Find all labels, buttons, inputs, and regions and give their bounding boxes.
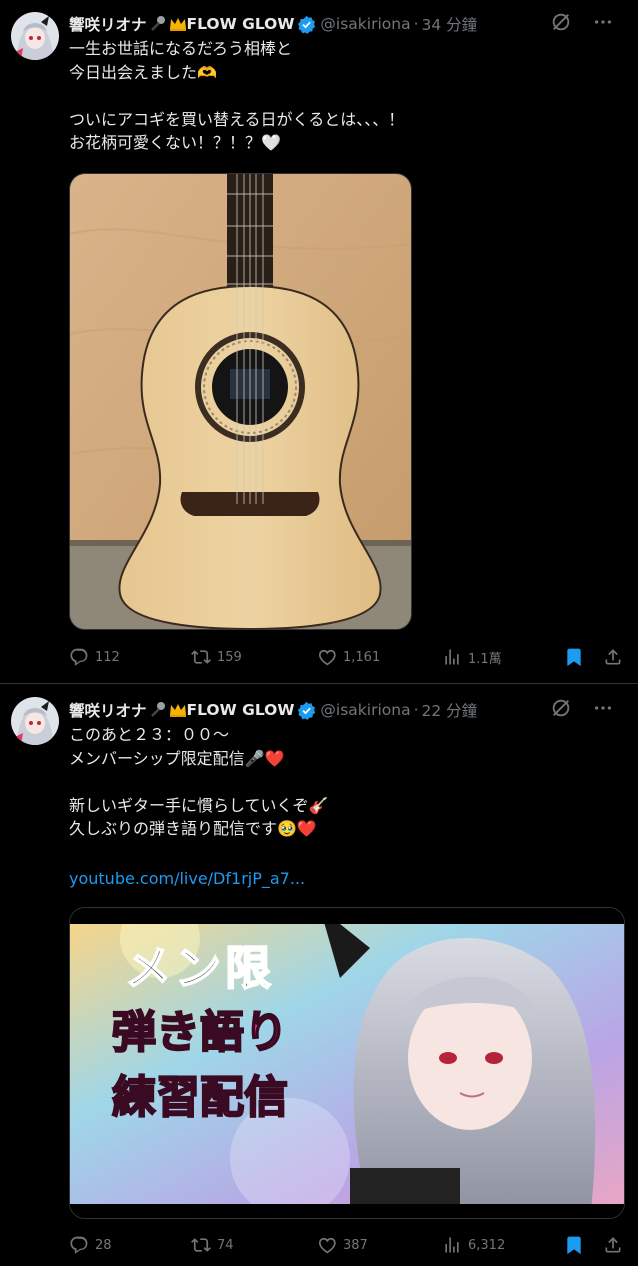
microphone-icon — [149, 15, 167, 33]
views-button[interactable]: 1.1萬 — [442, 647, 502, 667]
thumbnail-line-2: 弾き語り — [111, 1006, 289, 1059]
thumbnail-title: メン限 弾き語り 練習配信 — [80, 938, 320, 1128]
thumbnail-line-1: メン限 — [124, 940, 275, 996]
tweet-actions: 28 74 387 6,312 — [69, 1233, 628, 1257]
display-name-suffix[interactable]: FLOW GLOW — [187, 701, 295, 719]
display-name[interactable]: 響咲リオナ — [69, 699, 147, 721]
like-button[interactable]: 1,161 — [317, 647, 380, 667]
like-button[interactable]: 387 — [317, 1235, 368, 1255]
stream-thumbnail[interactable]: メン限 弾き語り 練習配信 — [69, 907, 625, 1219]
bookmark-button[interactable] — [564, 1235, 590, 1255]
bookmark-button[interactable] — [564, 647, 590, 667]
display-name-suffix[interactable]: FLOW GLOW — [187, 15, 295, 33]
share-button[interactable] — [603, 647, 629, 667]
analytics-icon — [445, 1237, 459, 1253]
grok-icon[interactable] — [550, 11, 572, 37]
more-options-icon[interactable] — [592, 11, 614, 37]
tweet-text: 一生お世話になるだろう相棒と 今日出会えました🫶 ついにアコギを買い替える日がく… — [69, 39, 405, 152]
separator-dot: · — [413, 701, 419, 719]
timestamp[interactable]: 22 分鐘 — [422, 699, 478, 721]
views-button[interactable]: 6,312 — [442, 1235, 505, 1255]
repost-button[interactable]: 74 — [191, 1235, 234, 1255]
analytics-icon — [445, 649, 459, 665]
reply-button[interactable]: 112 — [69, 647, 120, 667]
reply-icon — [70, 648, 88, 666]
heart-icon — [319, 649, 336, 666]
like-count: 1,161 — [343, 649, 381, 665]
share-icon — [605, 1237, 621, 1253]
tweet-header: 響咲リオナ FLOW GLOW @isakiriona · 34 分鐘 — [69, 12, 628, 36]
share-button[interactable] — [603, 1235, 629, 1255]
grok-icon[interactable] — [550, 697, 572, 723]
timestamp[interactable]: 34 分鐘 — [422, 13, 478, 35]
crown-icon — [169, 15, 187, 33]
tweet-text: このあと２３：００～ メンバーシップ限定配信🎤❤️ 新しいギター手に慣らしていく… — [69, 725, 329, 838]
crown-icon — [169, 701, 187, 719]
repost-count: 159 — [217, 649, 242, 665]
tweet-actions: 112 159 1,161 1.1萬 — [69, 645, 628, 669]
microphone-icon — [149, 701, 167, 719]
verified-badge-icon — [297, 15, 316, 34]
bookmark-icon — [567, 648, 581, 667]
display-name[interactable]: 響咲リオナ — [69, 13, 147, 35]
view-count: 6,312 — [468, 1237, 506, 1253]
avatar[interactable] — [11, 697, 59, 745]
share-icon — [605, 649, 621, 665]
tweet-header: 響咲リオナ FLOW GLOW @isakiriona · 22 分鐘 — [69, 698, 628, 722]
repost-icon — [191, 650, 211, 664]
tweet[interactable]: 響咲リオナ FLOW GLOW @isakiriona · 34 分鐘 一生お世… — [0, 0, 638, 684]
reply-button[interactable]: 28 — [69, 1235, 112, 1255]
repost-count: 74 — [217, 1237, 234, 1253]
reply-count: 112 — [95, 649, 120, 665]
guitar-photo[interactable] — [69, 173, 412, 630]
view-count: 1.1萬 — [468, 651, 502, 667]
reply-count: 28 — [95, 1237, 112, 1253]
repost-button[interactable]: 159 — [191, 647, 242, 667]
youtube-link[interactable]: youtube.com/live/Df1rjP_a7... — [69, 869, 305, 888]
verified-badge-icon — [297, 701, 316, 720]
thumbnail-line-3: 練習配信 — [111, 1071, 289, 1124]
heart-icon — [319, 1237, 336, 1254]
separator-dot: · — [413, 15, 419, 33]
more-options-icon[interactable] — [592, 697, 614, 723]
user-handle[interactable]: @isakiriona — [320, 701, 410, 719]
avatar[interactable] — [11, 12, 59, 60]
like-count: 387 — [343, 1237, 368, 1253]
user-handle[interactable]: @isakiriona — [320, 15, 410, 33]
repost-icon — [191, 1238, 211, 1252]
reply-icon — [70, 1236, 88, 1254]
bookmark-icon — [567, 1236, 581, 1255]
tweet[interactable]: 響咲リオナ FLOW GLOW @isakiriona · 22 分鐘 このあと… — [0, 684, 638, 1266]
